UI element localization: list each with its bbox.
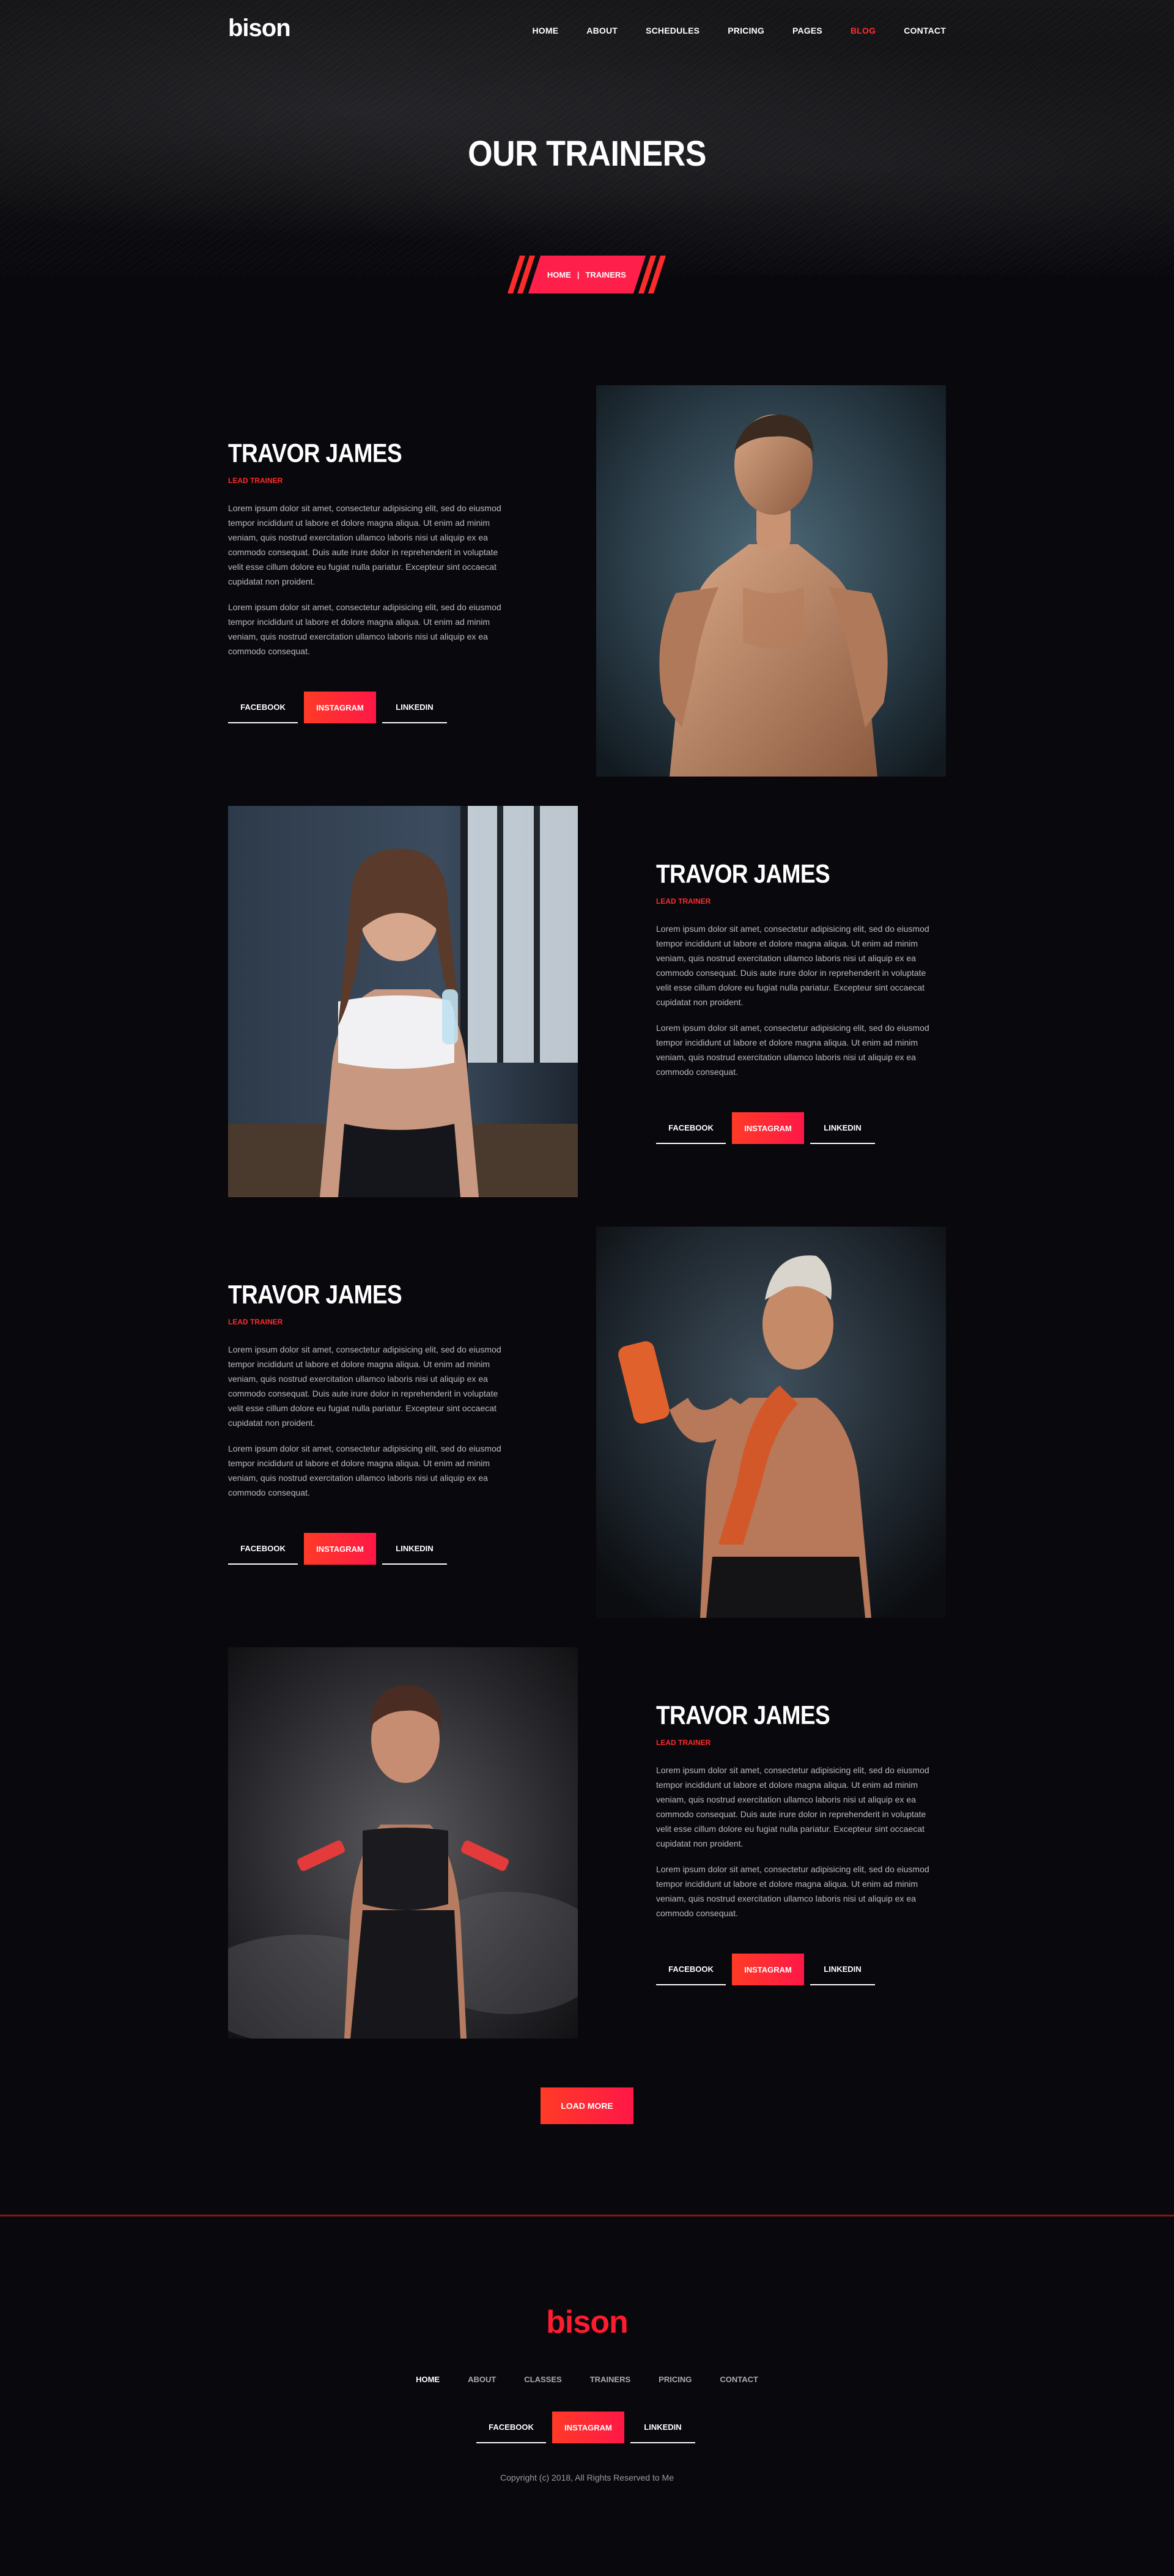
- breadcrumb: HOME | TRAINERS: [507, 256, 666, 293]
- facebook-button[interactable]: FACEBOOK: [656, 1112, 726, 1144]
- trainer-name: TRAVOR JAMES: [656, 1700, 830, 1730]
- trainer-name: TRAVOR JAMES: [656, 859, 830, 888]
- trainer-socials: FACEBOOK INSTAGRAM LINKEDIN: [656, 1954, 937, 1985]
- trainer-photo-female-1: [228, 806, 578, 1197]
- footer-nav-item-pricing[interactable]: PRICING: [659, 2374, 692, 2385]
- trainer-photo-male-1: [596, 385, 946, 777]
- linkedin-button[interactable]: LINKEDIN: [630, 2412, 695, 2443]
- main-nav: HOME ABOUT SCHEDULES PRICING PAGES BLOG …: [532, 26, 946, 37]
- nav-link[interactable]: CONTACT: [904, 26, 946, 35]
- nav-item-home[interactable]: HOME: [532, 26, 558, 37]
- trainer-photo-female-2: [228, 1647, 578, 2039]
- trainer-card: TRAVOR JAMES LEAD TRAINER Lorem ipsum do…: [228, 385, 946, 777]
- trainer-role: LEAD TRAINER: [228, 1318, 283, 1326]
- load-more-button[interactable]: LOAD MORE: [541, 2087, 633, 2124]
- trainer-bio: Lorem ipsum dolor sit amet, consectetur …: [656, 924, 929, 1007]
- trainer-bio: Lorem ipsum dolor sit amet, consectetur …: [228, 503, 501, 586]
- footer-nav-link[interactable]: ABOUT: [468, 2375, 496, 2384]
- nav-link[interactable]: ABOUT: [586, 26, 618, 35]
- trainer-card: TRAVOR JAMES LEAD TRAINER Lorem ipsum do…: [228, 1227, 946, 1618]
- facebook-button[interactable]: FACEBOOK: [228, 1533, 298, 1565]
- trainer-bio: Lorem ipsum dolor sit amet, consectetur …: [228, 602, 501, 656]
- nav-link[interactable]: PRICING: [728, 26, 764, 35]
- trainer-photo-male-2: [596, 1227, 946, 1618]
- footer-nav-item-contact[interactable]: CONTACT: [720, 2374, 758, 2385]
- nav-item-pages[interactable]: PAGES: [792, 26, 822, 37]
- trainer-role: LEAD TRAINER: [656, 1738, 711, 1747]
- linkedin-button[interactable]: LINKEDIN: [382, 1533, 447, 1565]
- footer-nav-item-trainers[interactable]: TRAINERS: [590, 2374, 630, 2385]
- trainer-name: TRAVOR JAMES: [228, 438, 402, 468]
- footer-nav-item-about[interactable]: ABOUT: [468, 2374, 496, 2385]
- nav-item-contact[interactable]: CONTACT: [904, 26, 946, 37]
- nav-link[interactable]: SCHEDULES: [646, 26, 700, 35]
- copyright-text: Copyright (c) 2018, All Rights Reserved …: [500, 2473, 674, 2482]
- footer-divider: [0, 2215, 1174, 2216]
- breadcrumb-home[interactable]: HOME: [547, 270, 571, 279]
- footer-nav-item-home[interactable]: HOME: [416, 2374, 440, 2385]
- footer-socials: FACEBOOK INSTAGRAM LINKEDIN: [476, 2412, 695, 2443]
- instagram-button[interactable]: INSTAGRAM: [304, 1533, 376, 1565]
- breadcrumb-current: TRAINERS: [586, 270, 627, 279]
- facebook-button[interactable]: FACEBOOK: [476, 2412, 546, 2443]
- nav-item-schedules[interactable]: SCHEDULES: [646, 26, 700, 37]
- trainer-photo: [228, 806, 578, 1197]
- instagram-button[interactable]: INSTAGRAM: [304, 692, 376, 723]
- breadcrumb-separator: |: [577, 270, 580, 279]
- footer-nav-item-classes[interactable]: CLASSES: [524, 2374, 561, 2385]
- trainer-bio: Lorem ipsum dolor sit amet, consectetur …: [656, 1023, 929, 1077]
- breadcrumb-box: HOME | TRAINERS: [528, 256, 646, 293]
- trainer-role: LEAD TRAINER: [228, 476, 283, 485]
- footer-nav-link[interactable]: PRICING: [659, 2375, 692, 2384]
- facebook-button[interactable]: FACEBOOK: [228, 692, 298, 723]
- trainer-card: TRAVOR JAMES LEAD TRAINER Lorem ipsum do…: [228, 1647, 946, 2039]
- instagram-button[interactable]: INSTAGRAM: [552, 2412, 624, 2443]
- nav-item-pricing[interactable]: PRICING: [728, 26, 764, 37]
- instagram-button[interactable]: INSTAGRAM: [732, 1954, 804, 1985]
- trainer-info: TRAVOR JAMES LEAD TRAINER Lorem ipsum do…: [656, 1702, 937, 1985]
- footer-nav: HOME ABOUT CLASSES TRAINERS PRICING CONT…: [0, 2374, 1174, 2385]
- trainer-socials: FACEBOOK INSTAGRAM LINKEDIN: [228, 692, 509, 723]
- trainer-info: TRAVOR JAMES LEAD TRAINER Lorem ipsum do…: [228, 440, 509, 723]
- trainer-socials: FACEBOOK INSTAGRAM LINKEDIN: [656, 1112, 937, 1144]
- trainer-bio: Lorem ipsum dolor sit amet, consectetur …: [228, 1444, 501, 1497]
- trainer-name: TRAVOR JAMES: [228, 1280, 402, 1309]
- trainer-info: TRAVOR JAMES LEAD TRAINER Lorem ipsum do…: [228, 1282, 509, 1565]
- footer-nav-link[interactable]: CONTACT: [720, 2375, 758, 2384]
- trainer-socials: FACEBOOK INSTAGRAM LINKEDIN: [228, 1533, 509, 1565]
- trainer-info: TRAVOR JAMES LEAD TRAINER Lorem ipsum do…: [656, 861, 937, 1144]
- trainer-photo: [228, 1647, 578, 2039]
- trainer-role: LEAD TRAINER: [656, 897, 711, 906]
- footer-nav-link-active[interactable]: HOME: [416, 2375, 440, 2384]
- page-title: OUR TRAINERS: [468, 134, 706, 174]
- linkedin-button[interactable]: LINKEDIN: [810, 1112, 875, 1144]
- trainer-card: TRAVOR JAMES LEAD TRAINER Lorem ipsum do…: [228, 806, 946, 1197]
- site-logo[interactable]: bison: [228, 16, 291, 40]
- instagram-button[interactable]: INSTAGRAM: [732, 1112, 804, 1144]
- trainer-photo: [596, 1227, 946, 1618]
- nav-link-active[interactable]: BLOG: [851, 26, 876, 35]
- facebook-button[interactable]: FACEBOOK: [656, 1954, 726, 1985]
- nav-item-about[interactable]: ABOUT: [586, 26, 618, 37]
- nav-link[interactable]: HOME: [532, 26, 558, 35]
- trainer-photo: [596, 385, 946, 777]
- footer-nav-link[interactable]: CLASSES: [524, 2375, 561, 2384]
- trainer-bio: Lorem ipsum dolor sit amet, consectetur …: [228, 1345, 501, 1428]
- trainer-bio: Lorem ipsum dolor sit amet, consectetur …: [656, 1864, 929, 1918]
- footer-logo[interactable]: bison: [0, 2304, 1174, 2341]
- linkedin-button[interactable]: LINKEDIN: [810, 1954, 875, 1985]
- footer-nav-link[interactable]: TRAINERS: [590, 2375, 630, 2384]
- nav-link[interactable]: PAGES: [792, 26, 822, 35]
- linkedin-button[interactable]: LINKEDIN: [382, 692, 447, 723]
- trainer-bio: Lorem ipsum dolor sit amet, consectetur …: [656, 1765, 929, 1848]
- nav-item-blog[interactable]: BLOG: [851, 26, 876, 37]
